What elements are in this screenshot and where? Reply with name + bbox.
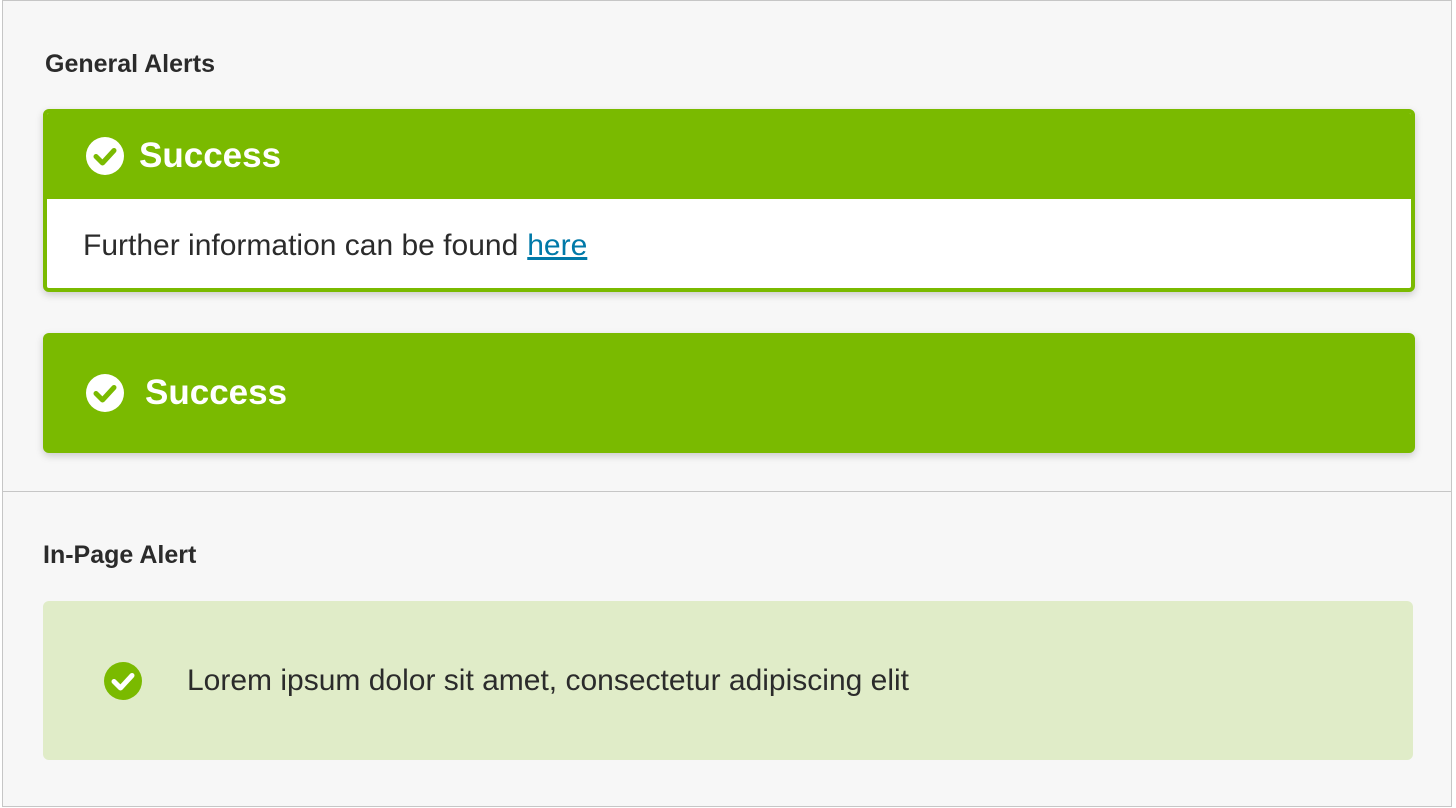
success-alert-header: Success bbox=[47, 113, 1411, 199]
further-info-link[interactable]: here bbox=[527, 229, 587, 263]
success-alert-message: Further information can be found bbox=[83, 228, 519, 262]
success-alert-body: Further information can be found here bbox=[47, 199, 1411, 288]
success-alert-heading: Success bbox=[139, 136, 282, 175]
in-page-alert-title: In-Page Alert bbox=[43, 541, 197, 569]
in-page-alert-panel: In-Page Alert Lorem ipsum dolor sit amet… bbox=[2, 491, 1452, 807]
general-alerts-title: General Alerts bbox=[45, 50, 215, 78]
general-alerts-panel: General Alerts Success Further informati… bbox=[2, 0, 1452, 492]
success-alert-compact-heading: Success bbox=[145, 373, 288, 412]
check-circle-icon bbox=[85, 373, 125, 413]
in-page-success-alert: Lorem ipsum dolor sit amet, consectetur … bbox=[43, 601, 1413, 760]
check-circle-icon bbox=[85, 136, 125, 176]
success-alert-compact: Success bbox=[43, 333, 1415, 453]
check-circle-icon bbox=[103, 661, 143, 701]
in-page-alert-message: Lorem ipsum dolor sit amet, consectetur … bbox=[187, 663, 909, 697]
success-alert-with-body: Success Further information can be found… bbox=[43, 109, 1415, 292]
